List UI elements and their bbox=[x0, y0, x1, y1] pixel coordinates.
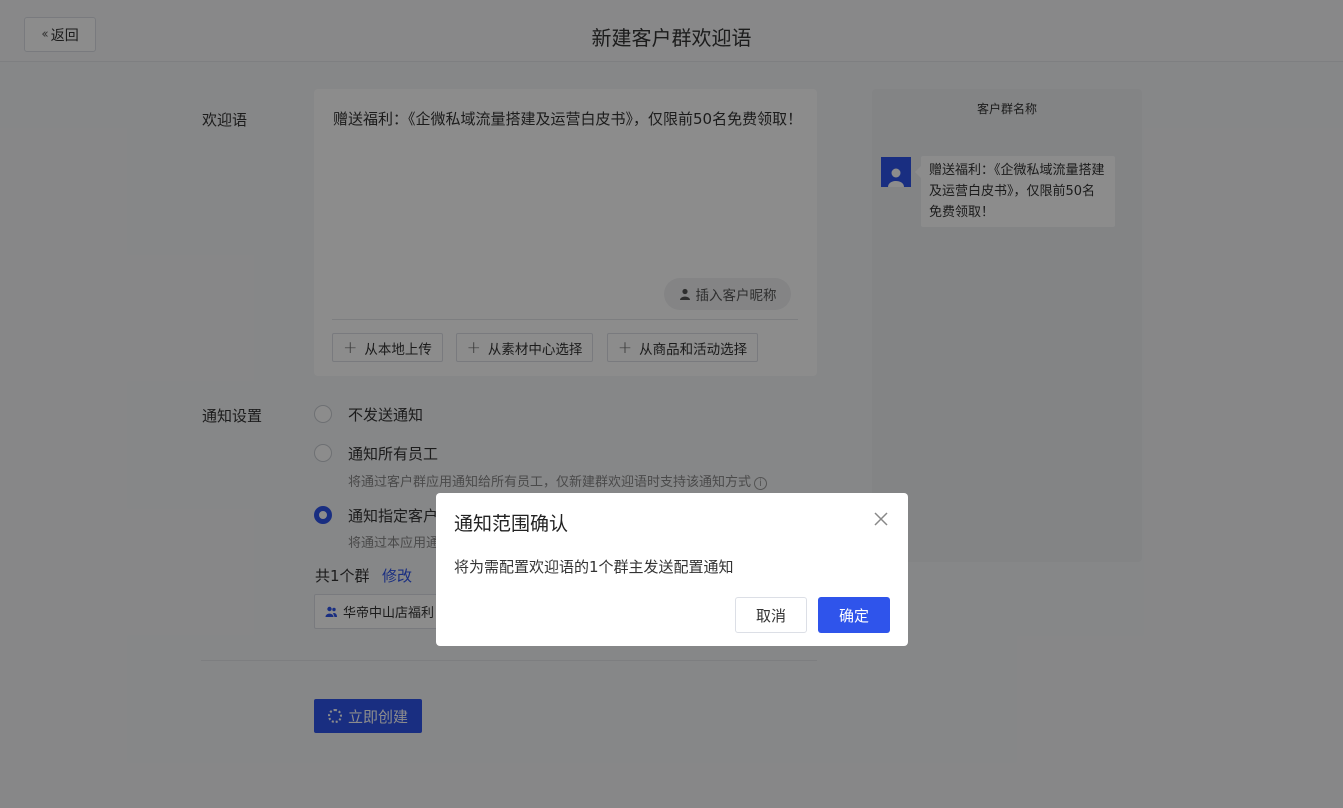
confirm-dialog: 通知范围确认 将为需配置欢迎语的1个群主发送配置通知 取消 确定 bbox=[436, 493, 908, 646]
close-icon[interactable] bbox=[872, 510, 890, 528]
dialog-message: 将为需配置欢迎语的1个群主发送配置通知 bbox=[454, 558, 734, 576]
modal-overlay[interactable] bbox=[0, 0, 1343, 808]
dialog-title: 通知范围确认 bbox=[454, 513, 569, 535]
confirm-button[interactable]: 确定 bbox=[818, 597, 890, 633]
cancel-button[interactable]: 取消 bbox=[735, 597, 807, 633]
